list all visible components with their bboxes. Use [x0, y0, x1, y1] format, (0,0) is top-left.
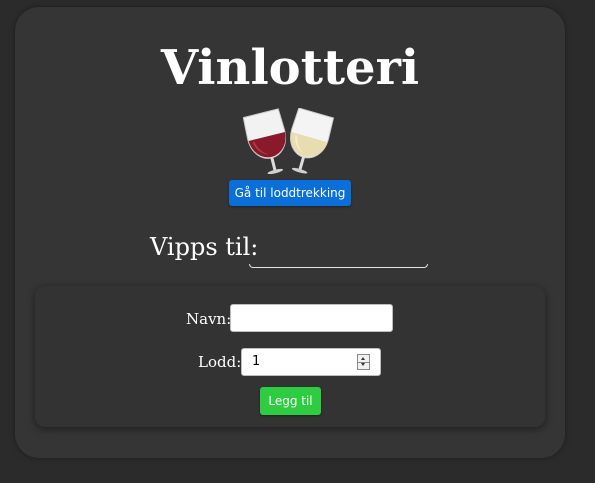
vipps-label: Vipps til: [150, 233, 259, 261]
add-button[interactable]: Legg til [260, 387, 321, 415]
tickets-input[interactable]: 1 [241, 348, 381, 376]
tickets-value: 1 [252, 354, 261, 369]
chevron-down-icon[interactable] [358, 362, 369, 369]
wine-glasses-cheers-icon [243, 108, 335, 174]
vipps-number-field[interactable] [249, 264, 428, 268]
name-input[interactable] [230, 304, 393, 332]
tickets-stepper[interactable] [357, 354, 370, 370]
go-to-draw-button[interactable]: Gå til loddtrekking [229, 180, 351, 206]
tickets-label: Lodd: [198, 353, 242, 371]
name-label: Navn: [186, 310, 232, 328]
page-title: Vinlotteri [160, 40, 420, 96]
